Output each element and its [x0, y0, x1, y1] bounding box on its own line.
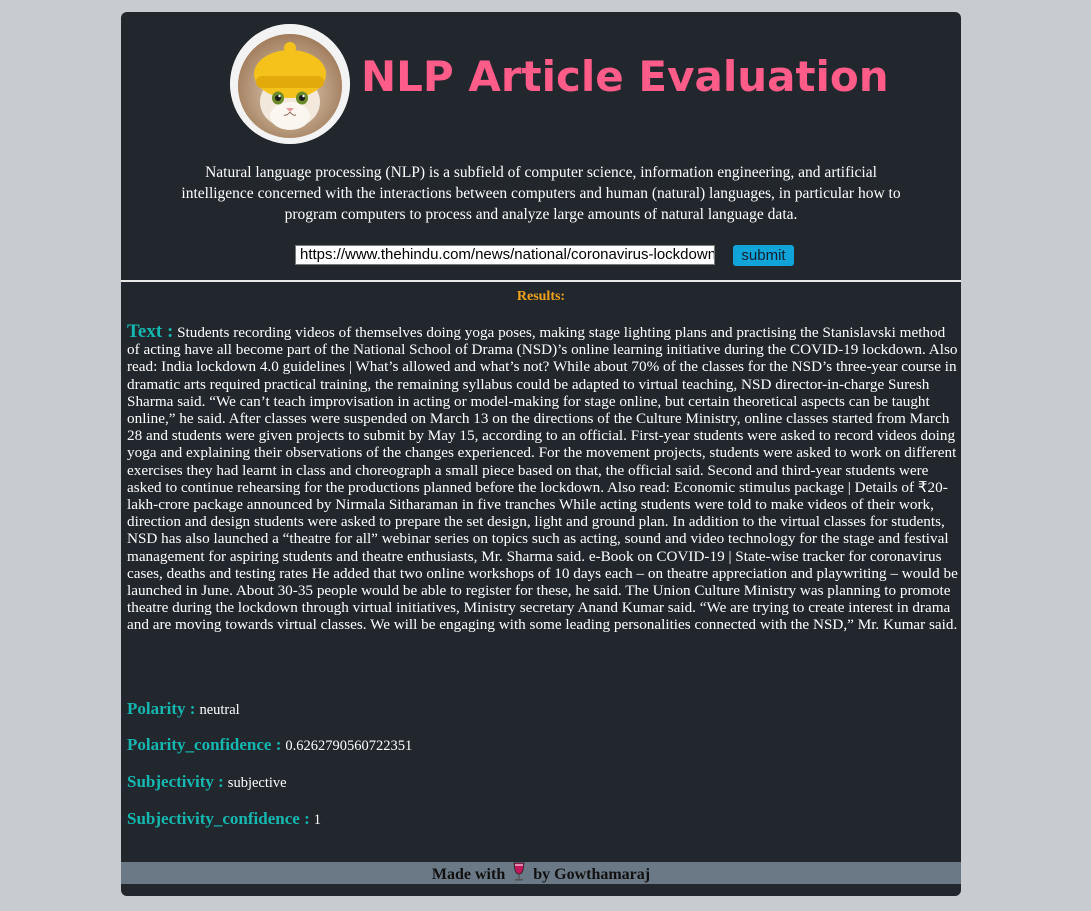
polarity-row: Polarity : neutral [127, 699, 957, 719]
article-text: Text : Students recording videos of them… [127, 321, 959, 634]
subjectivity-confidence-label: Subjectivity_confidence : [127, 809, 310, 828]
intro-line: intelligence concerned with the interact… [181, 185, 901, 202]
subjectivity-confidence-value: 1 [313, 812, 321, 828]
intro-line: program computers to process and analyze… [284, 206, 798, 223]
cat-avatar-icon [230, 24, 350, 144]
subjectivity-value: subjective [227, 775, 287, 791]
text-value: Students recording videos of themselves … [127, 324, 958, 634]
main-card: NLP Article Evaluation Natural language … [121, 12, 961, 896]
divider [121, 280, 961, 282]
polarity-confidence-value: 0.6262790560722351 [285, 738, 413, 754]
url-input[interactable]: https://www.thehindu.com/news/national/c… [295, 245, 715, 265]
subjectivity-label: Subjectivity : [127, 772, 224, 791]
header: NLP Article Evaluation [121, 12, 961, 162]
wine-glass-icon [512, 862, 526, 889]
intro-line: Natural language processing (NLP) is a s… [205, 164, 877, 181]
submit-button[interactable]: submit [733, 245, 794, 266]
polarity-label: Polarity : [127, 699, 196, 718]
text-label: Text : [127, 321, 174, 342]
polarity-confidence-row: Polarity_confidence : 0.6262790560722351 [127, 735, 957, 755]
subjectivity-confidence-row: Subjectivity_confidence : 1 [127, 809, 957, 829]
results-heading: Results: [516, 289, 566, 304]
intro-description: Natural language processing (NLP) is a s… [121, 162, 961, 225]
footer-author: by Gowthamaraj [533, 866, 651, 883]
polarity-confidence-label: Polarity_confidence : [127, 735, 282, 754]
footer-made-with: Made with [431, 866, 506, 883]
polarity-value: neutral [199, 702, 240, 718]
subjectivity-row: Subjectivity : subjective [127, 772, 957, 792]
footer: Made with by Gowthamaraj [121, 862, 961, 884]
page-title: NLP Article Evaluation [361, 52, 889, 101]
